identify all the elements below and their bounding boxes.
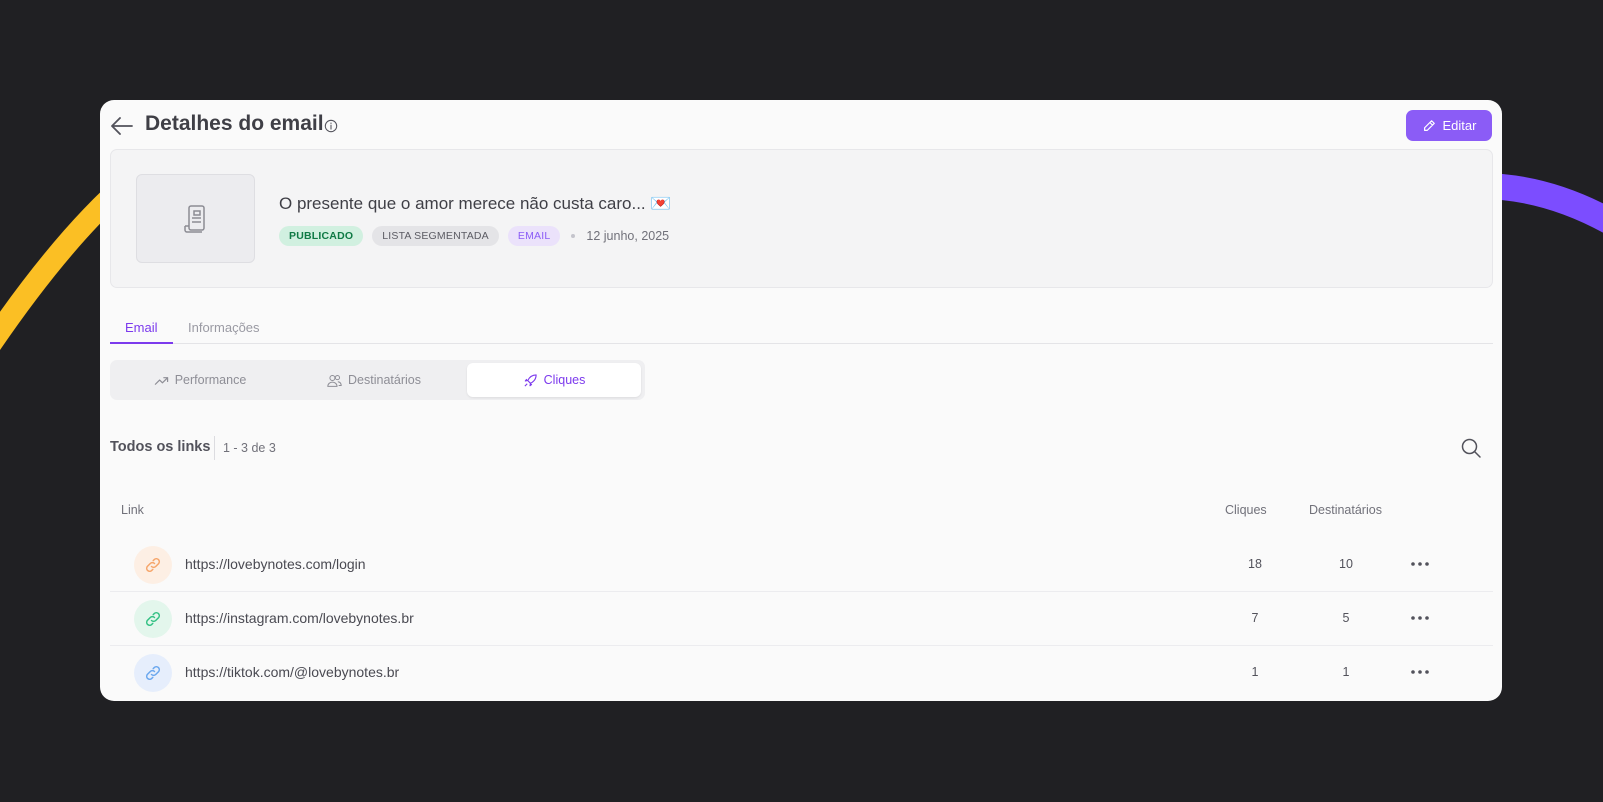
segment-performance[interactable]: Performance bbox=[113, 363, 287, 397]
edit-button[interactable]: Editar bbox=[1406, 110, 1492, 141]
more-options-icon[interactable] bbox=[1408, 606, 1432, 630]
type-badge: EMAIL bbox=[507, 226, 561, 246]
document-icon bbox=[183, 204, 205, 233]
trending-up-icon bbox=[154, 376, 168, 385]
segment-cliques-label: Cliques bbox=[543, 373, 586, 387]
search-icon[interactable] bbox=[1460, 437, 1482, 459]
link-url[interactable]: https://instagram.com/lovebynotes.br bbox=[185, 610, 414, 626]
users-icon bbox=[327, 374, 342, 387]
link-icon bbox=[134, 654, 172, 692]
link-recipients: 1 bbox=[1342, 665, 1350, 679]
back-arrow-icon[interactable] bbox=[110, 114, 134, 138]
link-icon bbox=[134, 546, 172, 584]
link-clicks: 18 bbox=[1248, 557, 1262, 571]
links-count: 1 - 3 de 3 bbox=[223, 441, 276, 455]
link-icon bbox=[134, 600, 172, 638]
link-url[interactable]: https://lovebynotes.com/login bbox=[185, 556, 366, 572]
links-divider bbox=[214, 436, 215, 460]
status-badge: PUBLICADO bbox=[279, 226, 364, 246]
email-badges: PUBLICADO LISTA SEGMENTADA EMAIL 12 junh… bbox=[279, 226, 669, 246]
link-recipients: 5 bbox=[1342, 611, 1350, 625]
separator-dot bbox=[571, 234, 576, 238]
segment-cliques[interactable]: Cliques bbox=[467, 363, 641, 397]
link-recipients: 10 bbox=[1339, 557, 1353, 571]
link-clicks: 7 bbox=[1251, 611, 1259, 625]
link-clicks: 1 bbox=[1251, 665, 1259, 679]
main-tabs: Email Informações bbox=[110, 312, 1493, 344]
links-title: Todos os links bbox=[110, 439, 211, 455]
segment-destinatarios[interactable]: Destinatários bbox=[287, 363, 461, 397]
column-header-destinatarios[interactable]: Destinatários bbox=[1309, 503, 1382, 517]
tab-informacoes[interactable]: Informações bbox=[188, 320, 260, 335]
rocket-icon bbox=[524, 373, 537, 387]
list-badge: LISTA SEGMENTADA bbox=[372, 226, 499, 246]
info-icon[interactable] bbox=[324, 119, 338, 133]
pen-icon bbox=[1423, 119, 1435, 131]
table-row[interactable]: https://lovebynotes.com/login 18 10 bbox=[110, 538, 1493, 592]
edit-button-label: Editar bbox=[1442, 118, 1477, 133]
email-subject: O presente que o amor merece não custa c… bbox=[279, 194, 672, 213]
email-summary-panel: O presente que o amor merece não custa c… bbox=[110, 149, 1493, 288]
page-title: Detalhes do email bbox=[145, 112, 324, 135]
segment-performance-label: Performance bbox=[174, 373, 247, 387]
segment-destinatarios-label: Destinatários bbox=[348, 373, 421, 387]
column-header-cliques[interactable]: Cliques bbox=[1225, 503, 1267, 517]
table-row[interactable]: https://instagram.com/lovebynotes.br 7 5 bbox=[110, 592, 1493, 646]
more-options-icon[interactable] bbox=[1408, 552, 1432, 576]
tab-email[interactable]: Email bbox=[125, 320, 158, 335]
email-thumbnail[interactable] bbox=[136, 174, 255, 263]
link-url[interactable]: https://tiktok.com/@lovebynotes.br bbox=[185, 664, 399, 680]
active-tab-indicator bbox=[110, 342, 173, 344]
email-date: 12 junho, 2025 bbox=[586, 229, 670, 243]
column-header-link[interactable]: Link bbox=[121, 503, 144, 517]
more-options-icon[interactable] bbox=[1408, 660, 1432, 684]
table-row[interactable]: https://tiktok.com/@lovebynotes.br 1 1 bbox=[110, 646, 1493, 700]
email-details-card: Detalhes do email Editar O presente que … bbox=[100, 100, 1502, 701]
view-segmented-control: Performance Destinatários Cliques bbox=[110, 360, 645, 400]
